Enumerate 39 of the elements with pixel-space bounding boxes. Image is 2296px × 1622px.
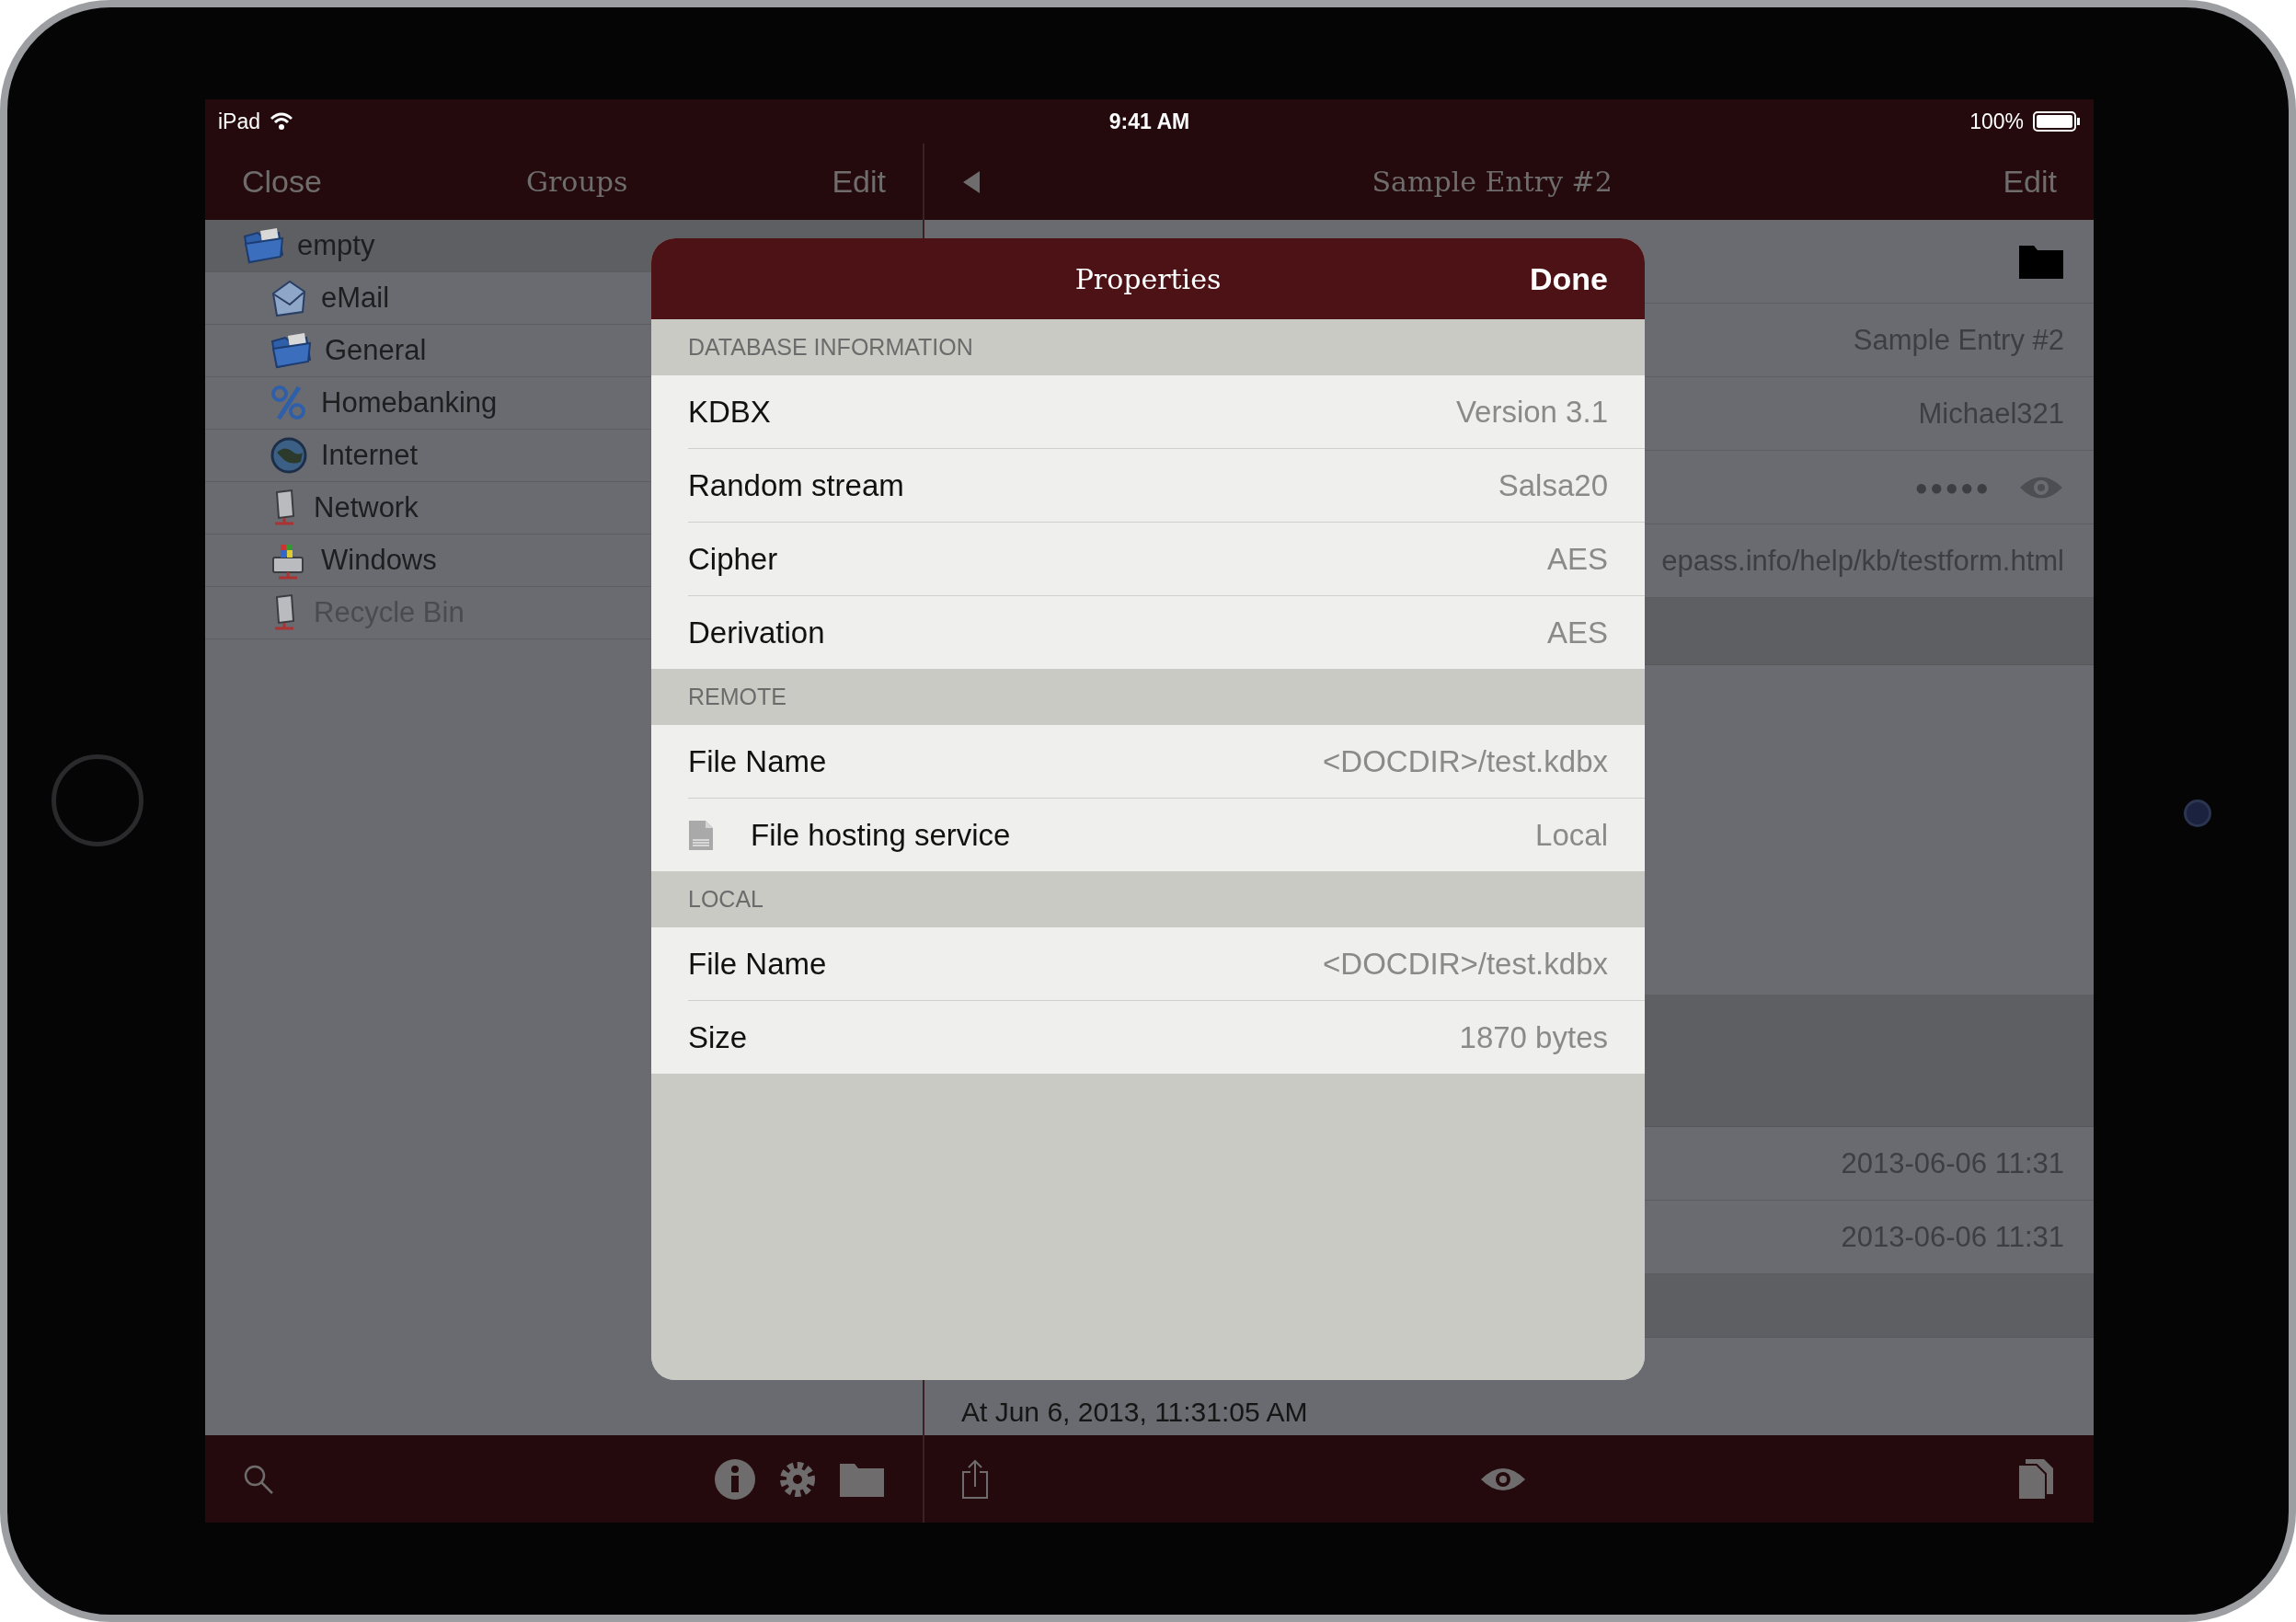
edit-button[interactable]: Edit (2003, 164, 2057, 200)
property-label: KDBX (688, 394, 772, 430)
property-value: 1870 bytes (1459, 1019, 1608, 1055)
property-value: <DOCDIR>/test.kdbx (1323, 743, 1608, 779)
property-value: Salsa20 (1498, 467, 1608, 503)
password-dots: ●●●●● (1914, 474, 1991, 500)
percent-icon (270, 384, 308, 422)
back-arrow-icon[interactable] (961, 169, 982, 194)
sheet-title: Properties (1074, 262, 1222, 295)
property-label: Size (688, 1019, 749, 1055)
folder-icon[interactable] (2018, 243, 2064, 280)
property-value: Local (1535, 817, 1608, 853)
close-button[interactable]: Close (242, 164, 322, 200)
clock-time: 9:41 AM (1108, 109, 1190, 134)
share-icon[interactable] (961, 1458, 989, 1500)
battery-icon (2033, 111, 2081, 132)
property-value: <DOCDIR>/test.kdbx (1323, 946, 1608, 982)
property-label: File hosting service (751, 817, 1012, 853)
modified-footer: At Jun 6, 2013, 11:31:05 AM (961, 1397, 1308, 1428)
document-icon (688, 819, 714, 851)
nav-title: Groups (526, 166, 628, 198)
battery-percent: 100% (1969, 109, 2024, 134)
envelope-icon (270, 279, 308, 317)
done-button[interactable]: Done (1530, 260, 1608, 297)
nav-title: Sample Entry #2 (1372, 166, 1613, 198)
globe-icon (270, 436, 308, 475)
edit-button[interactable]: Edit (832, 164, 886, 200)
folder-icon (242, 227, 284, 264)
carrier-label: iPad (218, 109, 261, 134)
property-label: File Name (688, 743, 828, 779)
property-label: File Name (688, 946, 828, 982)
property-value: Version 3.1 (1455, 394, 1608, 430)
property-label: Cipher (688, 541, 779, 577)
folder-icon (270, 332, 312, 369)
property-value: AES (1546, 541, 1608, 577)
info-icon[interactable] (713, 1456, 757, 1501)
camera-dot (2184, 799, 2211, 827)
property-value: AES (1546, 615, 1608, 650)
wifi-icon (270, 112, 294, 131)
